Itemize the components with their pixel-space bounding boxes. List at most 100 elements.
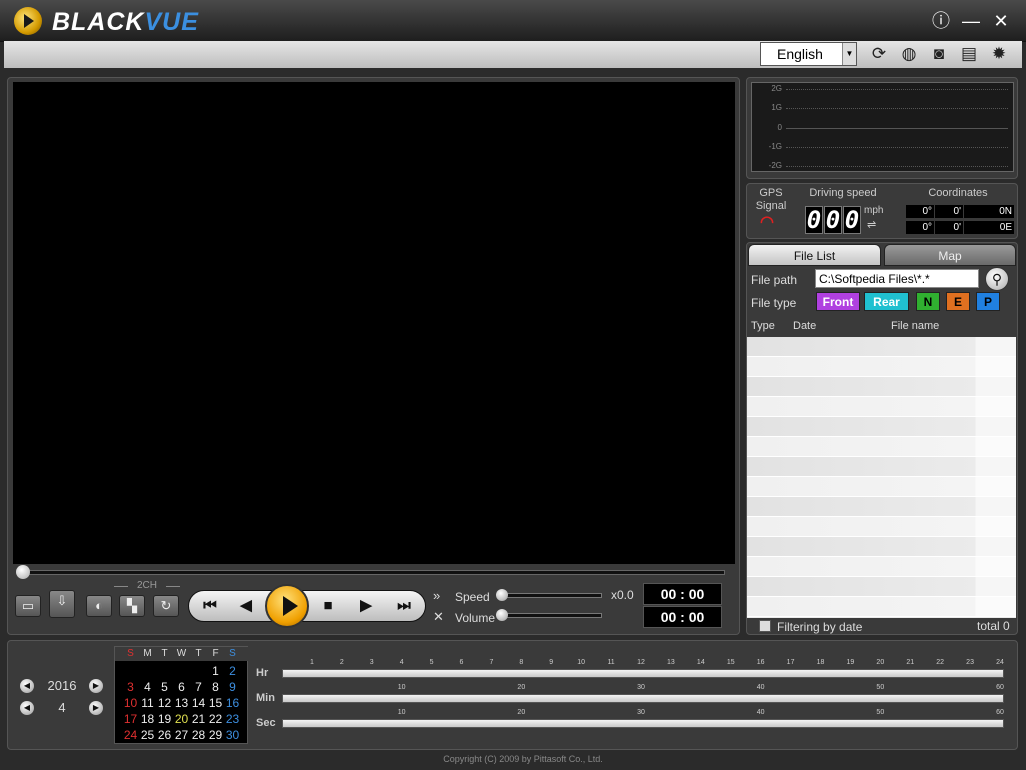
pip-layout-icon[interactable]: ▚ bbox=[119, 595, 145, 617]
calendar-day[interactable]: 14 bbox=[190, 696, 207, 710]
calendar-day[interactable]: 26 bbox=[156, 728, 173, 742]
driving-speed-label: Driving speed bbox=[809, 187, 877, 199]
filter-by-date-checkbox[interactable] bbox=[759, 620, 771, 632]
calendar-day[interactable]: 20 bbox=[173, 712, 190, 726]
stop-icon[interactable]: ■ bbox=[313, 591, 343, 621]
language-select[interactable]: English ▼ bbox=[760, 42, 857, 66]
calendar-day[interactable]: 24 bbox=[122, 728, 139, 742]
seek-bar[interactable] bbox=[22, 570, 725, 575]
tab-map[interactable]: Map bbox=[884, 244, 1016, 266]
calendar-day[interactable]: 25 bbox=[139, 728, 156, 742]
calendar-day[interactable]: 19 bbox=[156, 712, 173, 726]
switch-camera-icon[interactable]: ↻ bbox=[153, 595, 179, 617]
calendar-day[interactable]: 12 bbox=[156, 696, 173, 710]
file-row[interactable] bbox=[747, 397, 1016, 417]
minimize-icon[interactable]: ― bbox=[960, 10, 982, 32]
file-path-input[interactable] bbox=[815, 269, 979, 288]
hour-timeline[interactable] bbox=[282, 669, 1004, 678]
speed-slider[interactable] bbox=[502, 593, 602, 598]
seek-knob[interactable] bbox=[16, 565, 30, 579]
volume-slider[interactable] bbox=[502, 613, 602, 618]
file-row[interactable] bbox=[747, 497, 1016, 517]
filter-rear-button[interactable]: Rear bbox=[864, 292, 909, 311]
filter-parking-button[interactable]: P bbox=[976, 292, 1000, 311]
camera-icon[interactable]: ◙ bbox=[928, 43, 950, 65]
calendar-day[interactable]: 16 bbox=[224, 696, 241, 710]
volume-mute-icon[interactable]: ✕ bbox=[433, 609, 444, 625]
calendar-day[interactable]: 9 bbox=[224, 680, 241, 694]
next-file-icon[interactable]: ⏭ bbox=[389, 591, 419, 621]
unit-toggle-icon[interactable]: ⇌ bbox=[867, 218, 876, 231]
chevron-down-icon[interactable]: ▼ bbox=[842, 43, 856, 65]
calendar-day[interactable]: 17 bbox=[122, 712, 139, 726]
file-row[interactable] bbox=[747, 437, 1016, 457]
previous-file-icon[interactable]: ⏮ bbox=[195, 591, 225, 621]
close-icon[interactable]: ✕ bbox=[990, 10, 1012, 32]
file-list[interactable] bbox=[747, 337, 1016, 618]
volume-slider-knob[interactable] bbox=[496, 609, 508, 621]
calendar-day[interactable]: 28 bbox=[190, 728, 207, 742]
step-forward-icon[interactable]: ▶ bbox=[351, 591, 381, 621]
calendar-day[interactable]: 4 bbox=[139, 680, 156, 694]
calendar-day[interactable]: 2 bbox=[224, 664, 241, 678]
file-row[interactable] bbox=[747, 357, 1016, 377]
step-back-icon[interactable]: ◀ bbox=[231, 591, 261, 621]
open-folder-icon[interactable]: ▭ bbox=[15, 595, 41, 617]
file-row[interactable] bbox=[747, 597, 1016, 617]
column-type[interactable]: Type bbox=[751, 320, 775, 332]
calendar-day[interactable]: 3 bbox=[122, 680, 139, 694]
calendar-day[interactable]: 23 bbox=[224, 712, 241, 726]
year-next-icon[interactable]: ▶ bbox=[89, 679, 103, 693]
calendar-day[interactable]: 6 bbox=[173, 680, 190, 694]
capture-download-icon[interactable]: ⇩ bbox=[49, 590, 75, 618]
video-display[interactable] bbox=[13, 82, 735, 564]
print-icon[interactable]: ▤ bbox=[958, 43, 980, 65]
info-icon[interactable]: ⓘ bbox=[930, 10, 952, 32]
calendar-day[interactable]: 11 bbox=[139, 696, 156, 710]
calendar-day[interactable]: 18 bbox=[139, 712, 156, 726]
file-row[interactable] bbox=[747, 537, 1016, 557]
calendar-day[interactable]: 8 bbox=[207, 680, 224, 694]
calendar-day[interactable]: 5 bbox=[156, 680, 173, 694]
timeline-tick: 50 bbox=[876, 709, 885, 716]
calendar-day[interactable]: 22 bbox=[207, 712, 224, 726]
tab-file-list[interactable]: File List bbox=[748, 244, 881, 266]
play-button[interactable] bbox=[265, 584, 309, 628]
timeline-tick: 24 bbox=[996, 659, 1004, 666]
file-row[interactable] bbox=[747, 337, 1016, 357]
calendar-day bbox=[190, 664, 207, 678]
file-row[interactable] bbox=[747, 517, 1016, 537]
file-row[interactable] bbox=[747, 377, 1016, 397]
file-row[interactable] bbox=[747, 557, 1016, 577]
calendar-day[interactable]: 27 bbox=[173, 728, 190, 742]
column-date[interactable]: Date bbox=[793, 320, 816, 332]
calendar-day[interactable]: 1 bbox=[207, 664, 224, 678]
calendar-day[interactable]: 30 bbox=[224, 728, 241, 742]
month-prev-icon[interactable]: ◀ bbox=[20, 701, 34, 715]
file-row[interactable] bbox=[747, 417, 1016, 437]
search-icon[interactable]: ⚲ bbox=[985, 267, 1009, 291]
file-row[interactable] bbox=[747, 477, 1016, 497]
compass-icon[interactable]: ◍ bbox=[898, 43, 920, 65]
file-row[interactable] bbox=[747, 457, 1016, 477]
calendar-day[interactable]: 10 bbox=[122, 696, 139, 710]
calendar-day[interactable]: 7 bbox=[190, 680, 207, 694]
filter-normal-button[interactable]: N bbox=[916, 292, 940, 311]
year-prev-icon[interactable]: ◀ bbox=[20, 679, 34, 693]
second-timeline[interactable] bbox=[282, 719, 1004, 728]
gear-icon[interactable]: ✹ bbox=[988, 43, 1010, 65]
speed-slider-knob[interactable] bbox=[496, 589, 508, 601]
timeline-tick: 20 bbox=[517, 684, 526, 691]
calendar-day[interactable]: 13 bbox=[173, 696, 190, 710]
file-row[interactable] bbox=[747, 577, 1016, 597]
rotate-view-icon[interactable]: ◐ bbox=[86, 595, 112, 617]
minute-timeline[interactable] bbox=[282, 694, 1004, 703]
calendar-day[interactable]: 15 bbox=[207, 696, 224, 710]
filter-front-button[interactable]: Front bbox=[816, 292, 860, 311]
column-file-name[interactable]: File name bbox=[891, 320, 939, 332]
month-next-icon[interactable]: ▶ bbox=[89, 701, 103, 715]
filter-event-button[interactable]: E bbox=[946, 292, 970, 311]
calendar-day[interactable]: 29 bbox=[207, 728, 224, 742]
calendar-day[interactable]: 21 bbox=[190, 712, 207, 726]
sd-card-sync-icon[interactable]: ⟳ bbox=[868, 43, 890, 65]
